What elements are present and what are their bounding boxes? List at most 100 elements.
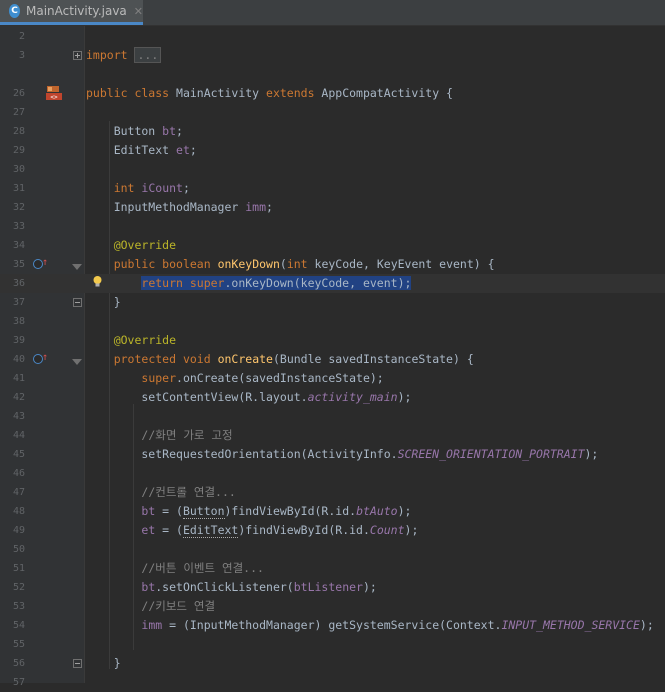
line-number: 53	[12, 601, 25, 612]
override-arrow-icon: ↑	[42, 352, 49, 363]
line-number: 35	[12, 259, 25, 270]
code-text: }	[86, 295, 121, 309]
code-text: et = (EditText)findViewById(R.id.Count);	[141, 523, 419, 538]
code-line[interactable]: 45 setRequestedOrientation(ActivityInfo.…	[0, 445, 665, 464]
code-line[interactable]: 40 protected void onCreate(Bundle savedI…	[0, 350, 665, 369]
code-line[interactable]	[0, 65, 665, 84]
line-number: 46	[12, 468, 25, 479]
code-line[interactable]: 55	[0, 635, 665, 654]
code-line[interactable]: 26 public class MainActivity extends AppC…	[0, 84, 665, 103]
line-number: 43	[12, 411, 25, 422]
code-line[interactable]: 38	[0, 312, 665, 331]
line-number: 42	[12, 392, 25, 403]
line-number: 3	[18, 50, 25, 61]
code-line[interactable]: 51 //버튼 이벤트 연결...	[0, 559, 665, 578]
code-text: //버튼 이벤트 연결...	[141, 561, 264, 575]
line-number: 49	[12, 525, 25, 536]
code-text: public boolean onKeyDown(int keyCode, Ke…	[113, 257, 495, 271]
code-text: //컨트롤 연결...	[141, 485, 236, 499]
code-text: InputMethodManager imm;	[86, 200, 273, 214]
code-line[interactable]: 41 super.onCreate(savedInstanceState);	[0, 369, 665, 388]
code-text: }	[86, 656, 121, 670]
line-number: 38	[12, 316, 25, 327]
line-number: 32	[12, 202, 25, 213]
code-line[interactable]: 44 //화면 가로 고정	[0, 426, 665, 445]
code-line[interactable]: 39 @Override	[0, 331, 665, 350]
line-number: 56	[12, 658, 25, 669]
line-number: 54	[12, 620, 25, 631]
line-number: 55	[12, 639, 25, 650]
line-number: 45	[12, 449, 25, 460]
editor-tab-bar: C MainActivity.java ✕	[0, 0, 665, 26]
code-line[interactable]: 56 }	[0, 654, 665, 673]
line-number: 26	[12, 88, 25, 99]
fold-collapse-icon[interactable]	[72, 359, 82, 365]
line-number: 31	[12, 183, 25, 194]
code-text: bt = (Button)findViewById(R.id.btAuto);	[141, 504, 412, 519]
line-number: 33	[12, 221, 25, 232]
code-line[interactable]: 49 et = (EditText)findViewById(R.id.Coun…	[0, 521, 665, 540]
code-line[interactable]: 42 setContentView(R.layout.activity_main…	[0, 388, 665, 407]
layout-file-icon[interactable]: <>	[45, 85, 63, 101]
code-text: @Override	[113, 333, 177, 347]
code-line[interactable]: 53 //키보드 연결	[0, 597, 665, 616]
code-line[interactable]: 47 //컨트롤 연결...	[0, 483, 665, 502]
close-icon[interactable]: ✕	[134, 5, 143, 18]
code-line[interactable]: 37 }	[0, 293, 665, 312]
code-line[interactable]: 30	[0, 160, 665, 179]
code-text: //키보드 연결	[141, 599, 216, 613]
code-text: setContentView(R.layout.activity_main);	[86, 390, 412, 404]
code-line[interactable]: 48 bt = (Button)findViewById(R.id.btAuto…	[0, 502, 665, 521]
code-line[interactable]: 34 @Override	[0, 236, 665, 255]
fold-end-icon[interactable]	[73, 659, 82, 668]
line-number: 52	[12, 582, 25, 593]
fold-end-icon[interactable]	[73, 298, 82, 307]
line-number: 28	[12, 126, 25, 137]
line-number: 51	[12, 563, 25, 574]
code-line[interactable]: 27	[0, 103, 665, 122]
fold-collapse-icon[interactable]	[72, 264, 82, 270]
code-line[interactable]: 43	[0, 407, 665, 426]
code-line[interactable]: 52 bt.setOnClickListener(btListener);	[0, 578, 665, 597]
code-text: return super.onKeyDown(keyCode, event);	[141, 276, 412, 290]
line-number: 39	[12, 335, 25, 346]
code-line[interactable]: 28 Button bt;	[0, 122, 665, 141]
line-number: 47	[12, 487, 25, 498]
code-text: bt.setOnClickListener(btListener);	[141, 580, 377, 594]
code-text: public class MainActivity extends AppCom…	[86, 86, 453, 100]
code-text: @Override	[113, 238, 177, 252]
lightbulb-icon[interactable]	[93, 273, 102, 287]
code-text: EditText et;	[86, 143, 197, 157]
code-line[interactable]: 3 import ...	[0, 46, 665, 65]
code-line[interactable]: 2	[0, 27, 665, 46]
line-number: 29	[12, 145, 25, 156]
line-number: 48	[12, 506, 25, 517]
code-text: imm = (InputMethodManager) getSystemServ…	[141, 618, 654, 632]
fold-expand-icon[interactable]	[73, 51, 82, 60]
override-arrow-icon: ↑	[42, 257, 49, 268]
line-number: 37	[12, 297, 25, 308]
code-text: //화면 가로 고정	[141, 428, 233, 442]
line-number: 36	[12, 278, 25, 289]
tab-main-activity[interactable]: C MainActivity.java ✕	[0, 0, 143, 25]
code-line[interactable]: 46	[0, 464, 665, 483]
code-line[interactable]: 50	[0, 540, 665, 559]
tab-title: MainActivity.java	[26, 4, 127, 18]
code-text: super.onCreate(savedInstanceState);	[141, 371, 384, 385]
code-line[interactable]: 33	[0, 217, 665, 236]
code-line[interactable]: 35 public boolean onKeyDown(int keyCode,…	[0, 255, 665, 274]
code-text: Button bt;	[86, 124, 183, 138]
line-number: 50	[12, 544, 25, 555]
code-line[interactable]: 29 EditText et;	[0, 141, 665, 160]
line-number: 41	[12, 373, 25, 384]
code-editor[interactable]: 2 3 import ... 26 public class MainActivity …	[0, 26, 665, 688]
code-line[interactable]: 54 imm = (InputMethodManager) getSystemS…	[0, 616, 665, 635]
code-line[interactable]: 32 InputMethodManager imm;	[0, 198, 665, 217]
line-number: 30	[12, 164, 25, 175]
line-number: 27	[12, 107, 25, 118]
java-class-icon: C	[9, 4, 20, 18]
code-text: int iCount;	[113, 181, 190, 195]
line-number: 40	[12, 354, 25, 365]
code-line[interactable]: 31 int iCount;	[0, 179, 665, 198]
code-text: setRequestedOrientation(ActivityInfo.SCR…	[86, 447, 599, 461]
